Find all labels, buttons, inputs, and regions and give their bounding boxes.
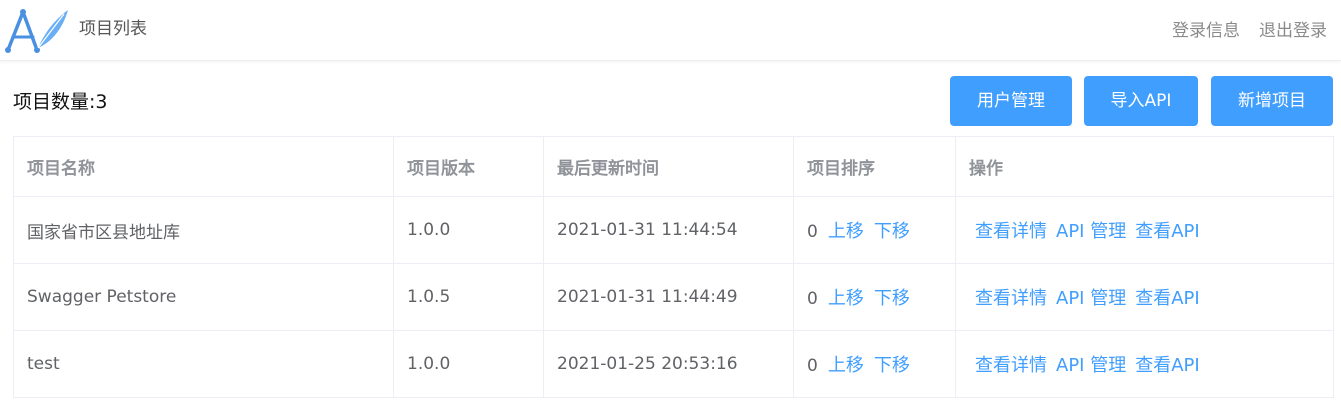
project-name: test — [13, 330, 394, 398]
move-down-link[interactable]: 下移 — [874, 355, 910, 376]
project-updated-time: 2021-01-25 20:53:16 — [543, 330, 794, 398]
add-project-button[interactable]: 新增项目 — [1211, 76, 1333, 126]
login-info-link[interactable]: 登录信息 — [1172, 19, 1240, 43]
project-count: 项目数量:3 — [13, 91, 108, 113]
top-header: 项目列表 登录信息 退出登录 — [0, 0, 1341, 61]
table-row: Swagger Petstore 1.0.5 2021-01-31 11:44:… — [13, 263, 1334, 331]
project-version: 1.0.5 — [393, 263, 544, 331]
view-details-link[interactable]: 查看详情 — [975, 355, 1047, 376]
header-links: 登录信息 退出登录 — [1172, 19, 1327, 43]
column-header-updated: 最后更新时间 — [543, 136, 794, 197]
project-order-value: 0 — [807, 222, 818, 242]
project-actions-cell: 查看详情 API 管理 查看API — [955, 330, 1334, 398]
app-title: 项目列表 — [79, 19, 147, 39]
project-order-value: 0 — [807, 289, 818, 309]
project-actions-cell: 查看详情 API 管理 查看API — [955, 263, 1334, 331]
column-header-version: 项目版本 — [393, 136, 544, 197]
project-updated-time: 2021-01-31 11:44:54 — [543, 196, 794, 264]
view-api-link[interactable]: 查看API — [1135, 355, 1199, 376]
view-details-link[interactable]: 查看详情 — [975, 288, 1047, 309]
move-up-link[interactable]: 上移 — [828, 288, 864, 309]
user-management-button[interactable]: 用户管理 — [950, 76, 1072, 126]
table-row: 国家省市区县地址库 1.0.0 2021-01-31 11:44:54 0 上移下… — [13, 196, 1334, 264]
column-header-name: 项目名称 — [13, 136, 394, 197]
column-header-order: 项目排序 — [793, 136, 956, 197]
project-sort-cell: 0 上移 下移 — [793, 196, 956, 264]
project-actions-cell: 查看详情 API 管理 查看API — [955, 196, 1334, 264]
import-api-button[interactable]: 导入API — [1084, 76, 1198, 126]
view-api-link[interactable]: 查看API — [1135, 221, 1199, 242]
project-version: 1.0.0 — [393, 196, 544, 264]
table-header-row: 项目名称 项目版本 最后更新时间 项目排序 操作 — [13, 136, 1334, 197]
api-management-link[interactable]: API 管理 — [1056, 221, 1126, 242]
move-down-link[interactable]: 下移 — [874, 288, 910, 309]
logout-link[interactable]: 退出登录 — [1259, 19, 1327, 43]
project-updated-time: 2021-01-31 11:44:49 — [543, 263, 794, 331]
api-management-link[interactable]: API 管理 — [1056, 355, 1126, 376]
column-header-actions: 操作 — [955, 136, 1334, 197]
project-sort-cell: 0 上移 下移 — [793, 263, 956, 331]
project-sort-cell: 0 上移 下移 — [793, 330, 956, 398]
project-order-value: 0 — [807, 356, 818, 376]
project-name: Swagger Petstore — [13, 263, 394, 331]
feather-a-logo-icon[interactable] — [4, 6, 70, 54]
move-up-link[interactable]: 上移 — [828, 355, 864, 376]
view-api-link[interactable]: 查看API — [1135, 288, 1199, 309]
view-details-link[interactable]: 查看详情 — [975, 221, 1047, 242]
project-version: 1.0.0 — [393, 330, 544, 398]
project-table: 项目名称 项目版本 最后更新时间 项目排序 操作 国家省市区县地址库 1.0.0… — [13, 136, 1334, 398]
move-up-link[interactable]: 上移 — [828, 221, 864, 242]
api-management-link[interactable]: API 管理 — [1056, 288, 1126, 309]
project-name: 国家省市区县地址库 — [13, 196, 394, 264]
move-down-link[interactable]: 下移 — [874, 221, 910, 242]
table-row: test 1.0.0 2021-01-25 20:53:16 0 上移 下移 查看详… — [13, 330, 1334, 398]
